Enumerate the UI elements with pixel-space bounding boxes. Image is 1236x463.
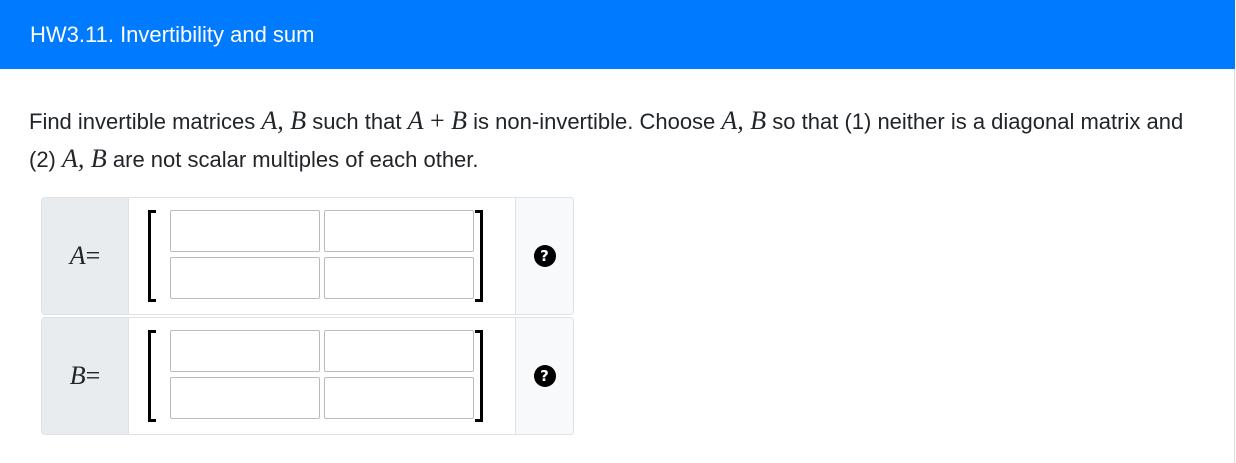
matrix-a-row: A = ? <box>41 197 574 315</box>
right-bracket <box>475 210 483 302</box>
equals-sign: = <box>85 361 101 390</box>
matrix-b-entry-2-1[interactable] <box>170 377 320 419</box>
left-bracket <box>148 210 156 302</box>
question-text-part: such that <box>306 109 408 134</box>
matrix-b-entry-1-2[interactable] <box>324 330 474 372</box>
matrix-b-entry-2-2[interactable] <box>324 377 474 419</box>
matrix-b-input-area <box>129 318 516 434</box>
matrix-a-entry-1-1[interactable] <box>170 210 320 252</box>
matrix-b-help-cell: ? <box>516 318 573 434</box>
question-title: HW3.11. Invertibility and sum <box>30 21 315 47</box>
matrix-a-help-cell: ? <box>516 198 573 314</box>
page-frame: HW3.11. Invertibility and sum Find inver… <box>0 0 1235 463</box>
matrix-b-label: B = <box>42 318 129 434</box>
matrix-a-entry-2-2[interactable] <box>324 257 474 299</box>
math-a-b: A, B <box>721 106 767 135</box>
matrix-a-entry-2-1[interactable] <box>170 257 320 299</box>
equals-sign: = <box>85 241 101 270</box>
question-text: Find invertible matrices A, B such that … <box>29 102 1209 178</box>
question-text-part: Find invertible matrices <box>29 109 262 134</box>
question-circle-icon[interactable]: ? <box>533 365 556 387</box>
math-plus: + <box>423 106 452 135</box>
card-header: HW3.11. Invertibility and sum <box>0 0 1235 69</box>
math-a: A <box>407 106 424 135</box>
matrix-a-var: A <box>69 241 86 270</box>
matrix-a-entry-1-2[interactable] <box>324 210 474 252</box>
right-bracket <box>475 330 483 422</box>
question-text-part: is non-invertible. Choose <box>467 109 722 134</box>
left-bracket <box>148 330 156 422</box>
matrix-b-row: B = ? <box>41 317 574 435</box>
matrix-a-label: A = <box>42 198 129 314</box>
matrix-b-var: B <box>69 361 86 390</box>
math-b: B <box>451 106 468 135</box>
math-a-b: A, B <box>261 106 307 135</box>
question-circle-icon[interactable]: ? <box>533 245 556 267</box>
matrix-a-input-area <box>129 198 516 314</box>
question-text-part: are not scalar multiples of each other. <box>106 147 479 172</box>
math-a-b: A, B <box>62 144 107 173</box>
matrix-b-entry-1-1[interactable] <box>170 330 320 372</box>
